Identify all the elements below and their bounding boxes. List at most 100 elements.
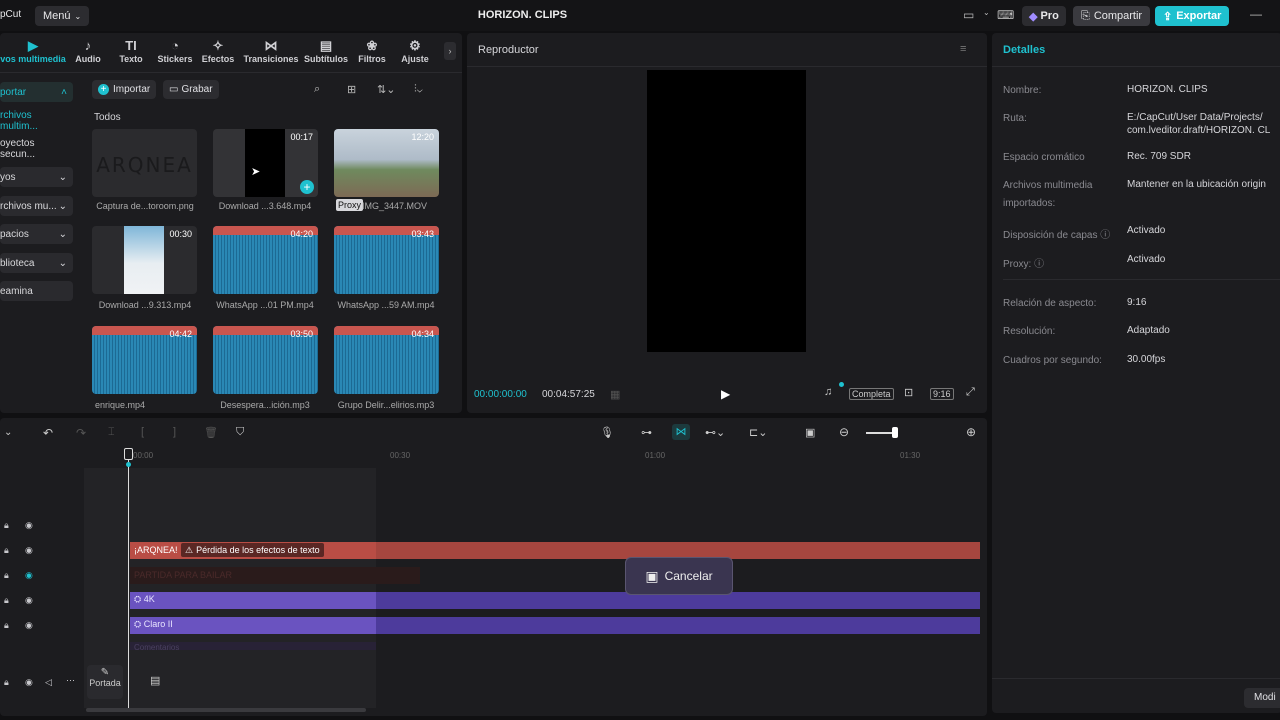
sidebar-item-import[interactable]: portar ˄ bbox=[0, 82, 73, 102]
pro-button[interactable]: ◆ Pro bbox=[1022, 6, 1066, 26]
sidebar-item-media-files[interactable]: rchivos multim... bbox=[0, 110, 73, 132]
record-button[interactable]: ▭ Grabar bbox=[163, 80, 219, 99]
music-icon[interactable]: ♫ bbox=[824, 386, 832, 398]
tab-stickers[interactable]: ◔ Stickers bbox=[157, 38, 193, 64]
detail-value: HORIZON. CLIPS bbox=[1127, 84, 1208, 95]
sidebar-item-library[interactable]: blioteca ⌄ bbox=[0, 253, 73, 273]
focus-icon[interactable]: ⊡ bbox=[904, 386, 913, 399]
redo-icon[interactable]: ↷ bbox=[76, 426, 86, 440]
eye-icon[interactable]: ◉ bbox=[25, 595, 33, 606]
layout-icon[interactable]: ▭ bbox=[963, 8, 974, 22]
fullscreen-icon[interactable]: ⤢ bbox=[966, 386, 975, 399]
media-thumbnail[interactable]: 04:20 bbox=[213, 226, 318, 294]
tab-transitions[interactable]: ⋈ Transiciones bbox=[243, 38, 299, 64]
eye-icon[interactable]: ◉ bbox=[25, 620, 33, 631]
tab-text[interactable]: TI Texto bbox=[117, 38, 145, 64]
lock-icon[interactable]: 🔒︎ bbox=[4, 677, 9, 688]
keyboard-icon[interactable]: ⌨ bbox=[997, 8, 1014, 22]
preview-canvas[interactable] bbox=[647, 70, 806, 352]
preview-axis-icon[interactable]: ⊏⌄ bbox=[749, 426, 767, 439]
details-title: Detalles bbox=[1003, 44, 1046, 56]
import-button[interactable]: + Importar bbox=[92, 80, 157, 99]
magnet-icon[interactable]: ⋈ bbox=[672, 424, 690, 440]
cancel-button[interactable]: ▣ Cancelar bbox=[625, 557, 733, 595]
shield-icon[interactable]: ⛉ bbox=[236, 426, 244, 439]
lock-icon[interactable]: 🔒︎ bbox=[4, 520, 9, 531]
playhead[interactable] bbox=[128, 458, 129, 708]
tab-adjust[interactable]: ⚙ Ajuste bbox=[400, 38, 430, 64]
media-thumbnail[interactable]: 03:50 bbox=[213, 326, 318, 394]
tab-label: Transiciones bbox=[243, 54, 299, 64]
eye-icon[interactable]: ◉ bbox=[25, 545, 33, 556]
media-thumbnail[interactable]: 04:42 bbox=[92, 326, 197, 394]
timeline-scrollbar[interactable] bbox=[86, 708, 366, 712]
aspect-ratio-button[interactable]: 9:16 bbox=[930, 388, 954, 400]
sort-icon[interactable]: ⇅⌄ bbox=[377, 83, 395, 96]
lock-icon[interactable]: 🔒︎ bbox=[4, 620, 9, 631]
tab-effects[interactable]: ✧ Efectos bbox=[201, 38, 235, 64]
tab-media[interactable]: ▶ vos multimedia bbox=[0, 38, 66, 64]
trim-right-icon[interactable]: ] bbox=[173, 426, 176, 438]
lock-icon[interactable]: 🔒︎ bbox=[4, 570, 9, 581]
trim-left-icon[interactable]: [ bbox=[141, 426, 144, 438]
sidebar-item-label: rchivos mu... bbox=[0, 200, 57, 212]
add-icon[interactable]: + bbox=[300, 180, 314, 194]
tab-audio[interactable]: ♪ Audio bbox=[74, 38, 102, 64]
cursor-icon: ➤ bbox=[251, 166, 261, 178]
chevron-down-icon: ⌄ bbox=[58, 228, 67, 240]
clip-label: ⛭ Claro II bbox=[134, 619, 173, 630]
cancel-label: Cancelar bbox=[664, 569, 713, 583]
search-icon[interactable]: ⌕ bbox=[314, 83, 320, 96]
lock-icon[interactable]: 🔒︎ bbox=[4, 545, 9, 556]
play-icon[interactable]: ▶ bbox=[721, 387, 730, 401]
sidebar-item-media-files-2[interactable]: rchivos mu... ⌄ bbox=[0, 196, 73, 216]
duration-label: 03:43 bbox=[411, 229, 434, 239]
delete-icon[interactable]: 🗑 bbox=[204, 426, 218, 439]
warning-badge: ⚠ Pérdida de los efectos de texto bbox=[181, 543, 324, 557]
zoom-out-icon[interactable]: ⊖ bbox=[839, 425, 849, 439]
eye-icon[interactable]: ◉ bbox=[25, 520, 33, 531]
hamburger-icon[interactable]: ≡ bbox=[960, 43, 966, 55]
media-thumbnail[interactable]: 12:20 bbox=[334, 129, 439, 197]
full-quality-button[interactable]: Completa bbox=[849, 388, 894, 400]
media-thumbnail[interactable]: 03:43 bbox=[334, 226, 439, 294]
minimize-icon[interactable]: — bbox=[1250, 7, 1262, 21]
sidebar-item-dreamina[interactable]: eamina bbox=[0, 281, 73, 301]
share-button[interactable]: ⎘ Compartir bbox=[1073, 6, 1151, 26]
media-thumbnail[interactable]: 04:34 bbox=[334, 326, 439, 394]
speaker-icon[interactable]: ◁ bbox=[45, 677, 52, 688]
arqnea-logo: ARQNEA bbox=[96, 153, 193, 177]
link-icon[interactable]: ⊶ bbox=[641, 426, 652, 439]
undo-icon[interactable]: ↶ bbox=[43, 426, 53, 440]
chain-icon[interactable]: ⊷⌄ bbox=[705, 426, 725, 439]
caption-icon[interactable]: ▣ bbox=[805, 426, 815, 439]
sidebar-item-spaces[interactable]: pacios ⌄ bbox=[0, 224, 73, 244]
playhead-handle[interactable] bbox=[124, 448, 133, 460]
lock-icon[interactable]: 🔒︎ bbox=[4, 595, 9, 606]
chevron-down-icon[interactable]: ⌄ bbox=[4, 427, 12, 438]
sidebar-item-secondary-projects[interactable]: oyectos secun... bbox=[0, 138, 73, 160]
more-icon[interactable]: ⋯ bbox=[66, 675, 75, 686]
media-thumbnail[interactable]: ➤ 00:17 + bbox=[213, 129, 318, 197]
chevron-down-icon[interactable]: ⌄ bbox=[983, 8, 990, 17]
sidebar-item-mine[interactable]: yos ⌄ bbox=[0, 167, 73, 187]
media-thumbnail[interactable]: 00:30 bbox=[92, 226, 197, 294]
chevron-right-icon[interactable]: › bbox=[444, 42, 456, 60]
media-thumbnail[interactable]: ARQNEA bbox=[92, 129, 197, 197]
eye-icon[interactable]: ◉ bbox=[25, 570, 33, 581]
media-caption: Download ...9.313.mp4 bbox=[98, 300, 192, 310]
modify-button[interactable]: Modi bbox=[1244, 688, 1280, 708]
tab-filters[interactable]: ❀ Filtros bbox=[357, 38, 387, 64]
grid-view-icon[interactable]: ⊞ bbox=[347, 83, 356, 96]
zoom-slider-handle[interactable] bbox=[892, 427, 898, 438]
filter-icon[interactable]: ⫶⌄ bbox=[414, 83, 423, 96]
zoom-in-icon[interactable]: ⊕ bbox=[966, 425, 976, 439]
effect-clip[interactable] bbox=[130, 592, 376, 609]
eye-icon[interactable]: ◉ bbox=[25, 677, 33, 688]
cover-button[interactable]: ✎ Portada bbox=[87, 665, 123, 699]
split-icon[interactable]: ⌶ bbox=[108, 426, 115, 439]
tab-subtitles[interactable]: ▤ Subtítulos bbox=[304, 38, 348, 64]
export-button[interactable]: ⇪ Exportar bbox=[1155, 6, 1230, 26]
microphone-icon[interactable]: 🎙 bbox=[600, 426, 614, 439]
pencil-icon: ✎ bbox=[100, 667, 110, 678]
